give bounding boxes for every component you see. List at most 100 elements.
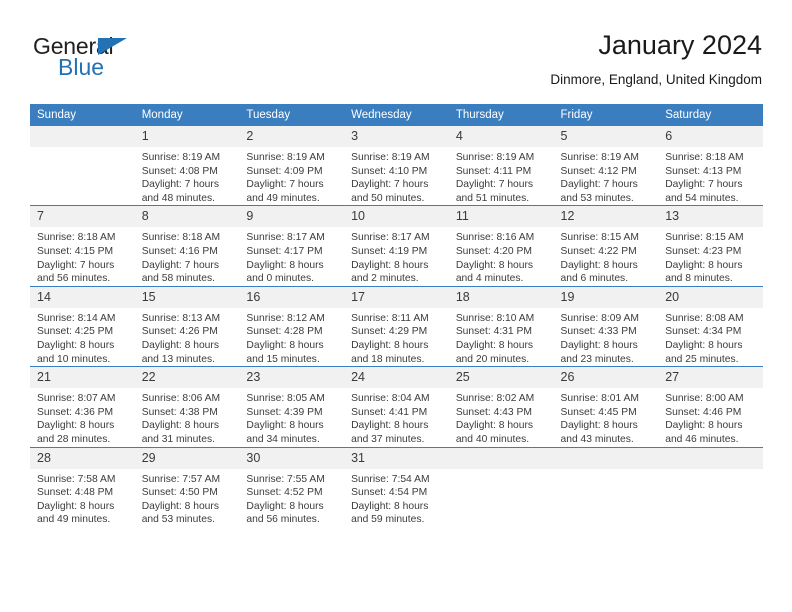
page-title: January 2024 xyxy=(598,30,762,60)
sunset-text: Sunset: 4:22 PM xyxy=(560,245,637,257)
sunrise-text: Sunrise: 8:01 AM xyxy=(560,393,639,405)
day-details: Sunrise: 8:10 AM Sunset: 4:31 PM Daylight:… xyxy=(449,308,554,366)
sunset-text: Sunset: 4:48 PM xyxy=(37,487,114,499)
calendar-day-cell[interactable]: 18 Sunrise: 8:10 AM Sunset: 4:31 PM Dayligh… xyxy=(448,285,554,367)
daylight-text-line1: Daylight: 8 hours xyxy=(665,339,743,351)
sunset-text: Sunset: 4:13 PM xyxy=(665,165,742,177)
calendar-day-cell[interactable]: 15 Sunrise: 8:13 AM Sunset: 4:26 PM Dayligh… xyxy=(134,285,240,367)
day-number: 17 xyxy=(344,286,449,308)
day-details: Sunrise: 7:55 AM Sunset: 4:52 PM Daylight:… xyxy=(239,469,344,527)
triangle-icon xyxy=(98,38,127,55)
calendar-day-cell[interactable]: 2 Sunrise: 8:19 AM Sunset: 4:09 PM Daylight… xyxy=(239,126,345,206)
day-number: 1 xyxy=(134,126,240,147)
calendar-day-cell[interactable]: 13 Sunrise: 8:15 AM Sunset: 4:23 PM Dayligh… xyxy=(658,205,763,287)
calendar-day-cell[interactable]: 19 Sunrise: 8:09 AM Sunset: 4:33 PM Dayligh… xyxy=(553,285,659,367)
calendar-day-cell-empty xyxy=(553,446,659,527)
daylight-text-line1: Daylight: 8 hours xyxy=(246,339,324,351)
calendar-day-cell[interactable]: 22 Sunrise: 8:06 AM Sunset: 4:38 PM Dayligh… xyxy=(134,366,240,447)
calendar-day-cell[interactable]: 5 Sunrise: 8:19 AM Sunset: 4:12 PM Daylight… xyxy=(553,126,659,206)
calendar-week-row: 21 Sunrise: 8:07 AM Sunset: 4:36 PM Dayligh… xyxy=(30,366,763,447)
daylight-text-line1: Daylight: 8 hours xyxy=(246,259,324,271)
sunrise-text: Sunrise: 7:55 AM xyxy=(246,473,325,485)
calendar-day-cell[interactable]: 12 Sunrise: 8:15 AM Sunset: 4:22 PM Dayligh… xyxy=(553,205,659,287)
page-subtitle: Dinmore, England, United Kingdom xyxy=(550,72,762,87)
daylight-text-line2: and 18 minutes. xyxy=(351,353,425,365)
calendar-header-row: Sunday Monday Tuesday Wednesday Thursday Frid… xyxy=(30,104,763,126)
calendar-day-cell[interactable]: 20 Sunrise: 8:08 AM Sunset: 4:34 PM Dayligh… xyxy=(658,285,763,367)
daylight-text-line1: Daylight: 7 hours xyxy=(455,179,534,191)
calendar-day-cell[interactable]: 26 Sunrise: 8:01 AM Sunset: 4:45 PM Dayligh… xyxy=(553,366,659,447)
calendar-day-cell[interactable]: 29 Sunrise: 7:57 AM Sunset: 4:50 PM Dayligh… xyxy=(134,446,240,527)
sunrise-text: Sunrise: 8:19 AM xyxy=(351,152,430,163)
day-details: Sunrise: 8:14 AM Sunset: 4:25 PM Daylight:… xyxy=(30,308,135,366)
daylight-text-line2: and 54 minutes. xyxy=(665,192,739,204)
calendar-day-cell[interactable]: 7 Sunrise: 8:18 AM Sunset: 4:15 PM Daylight… xyxy=(30,205,135,287)
calendar-day-cell[interactable]: 1 Sunrise: 8:19 AM Sunset: 4:08 PM Daylight… xyxy=(134,126,240,206)
daylight-text-line2: and 53 minutes. xyxy=(141,514,215,526)
daylight-text-line1: Daylight: 7 hours xyxy=(351,179,429,191)
day-details: Sunrise: 8:04 AM Sunset: 4:41 PM Daylight:… xyxy=(344,388,449,446)
calendar-day-cell[interactable]: 9 Sunrise: 8:17 AM Sunset: 4:17 PM Daylight… xyxy=(239,205,345,287)
calendar-day-cell[interactable]: 3 Sunrise: 8:19 AM Sunset: 4:10 PM Daylight… xyxy=(344,126,449,206)
daylight-text-line1: Daylight: 8 hours xyxy=(560,420,638,432)
daylight-text-line2: and 20 minutes. xyxy=(455,353,530,365)
calendar-day-cell[interactable]: 17 Sunrise: 8:11 AM Sunset: 4:29 PM Dayligh… xyxy=(344,285,449,367)
calendar-day-cell-empty xyxy=(30,126,135,206)
calendar-day-cell[interactable]: 25 Sunrise: 8:02 AM Sunset: 4:43 PM Dayligh… xyxy=(448,366,554,447)
calendar-week-row: 28 Sunrise: 7:58 AM Sunset: 4:48 PM Dayligh… xyxy=(30,446,763,527)
calendar-day-cell[interactable]: 4 Sunrise: 8:19 AM Sunset: 4:11 PM Daylight… xyxy=(448,126,554,206)
calendar-day-cell[interactable]: 11 Sunrise: 8:16 AM Sunset: 4:20 PM Dayligh… xyxy=(448,205,554,287)
calendar-day-cell[interactable]: 27 Sunrise: 8:00 AM Sunset: 4:46 PM Dayligh… xyxy=(658,366,763,447)
calendar-day-cell[interactable]: 24 Sunrise: 8:04 AM Sunset: 4:41 PM Dayligh… xyxy=(344,366,449,447)
daylight-text-line2: and 10 minutes. xyxy=(37,353,111,365)
sunrise-text: Sunrise: 8:10 AM xyxy=(455,312,535,324)
calendar-day-cell[interactable]: 8 Sunrise: 8:18 AM Sunset: 4:16 PM Daylight… xyxy=(134,205,240,287)
calendar-day-cell[interactable]: 23 Sunrise: 8:05 AM Sunset: 4:39 PM Dayligh… xyxy=(239,366,345,447)
calendar-table-wrapper: Sunday Monday Tuesday Wednesday Thursday Frid… xyxy=(30,104,763,527)
daylight-text-line2: and 58 minutes. xyxy=(141,273,215,285)
calendar-table: Sunday Monday Tuesday Wednesday Thursday Frid… xyxy=(30,104,763,527)
sunset-text: Sunset: 4:20 PM xyxy=(455,245,532,257)
calendar-day-cell[interactable]: 16 Sunrise: 8:12 AM Sunset: 4:28 PM Dayligh… xyxy=(239,285,345,367)
sunrise-text: Sunrise: 8:12 AM xyxy=(246,312,325,324)
sunset-text: Sunset: 4:11 PM xyxy=(455,165,532,177)
calendar-week-row: 14 Sunrise: 8:14 AM Sunset: 4:25 PM Dayligh… xyxy=(30,285,763,367)
day-details: Sunrise: 8:07 AM Sunset: 4:36 PM Daylight:… xyxy=(30,388,135,446)
sunset-text: Sunset: 4:43 PM xyxy=(455,406,532,418)
daylight-text-line2: and 46 minutes. xyxy=(665,433,739,445)
sunset-text: Sunset: 4:36 PM xyxy=(37,406,114,418)
sunset-text: Sunset: 4:12 PM xyxy=(560,165,637,177)
sunrise-text: Sunrise: 8:15 AM xyxy=(560,232,639,244)
calendar-day-cell[interactable]: 21 Sunrise: 8:07 AM Sunset: 4:36 PM Dayligh… xyxy=(30,366,135,447)
sunrise-text: Sunrise: 8:17 AM xyxy=(351,232,430,244)
day-number xyxy=(658,447,763,469)
sunrise-text: Sunrise: 8:18 AM xyxy=(37,232,116,244)
sunset-text: Sunset: 4:08 PM xyxy=(141,165,218,177)
sunrise-text: Sunrise: 8:19 AM xyxy=(560,152,639,163)
calendar-day-cell[interactable]: 10 Sunrise: 8:17 AM Sunset: 4:19 PM Dayligh… xyxy=(344,205,449,287)
daylight-text-line2: and 51 minutes. xyxy=(455,192,530,204)
calendar-day-cell[interactable]: 30 Sunrise: 7:55 AM Sunset: 4:52 PM Dayligh… xyxy=(239,446,345,527)
daylight-text-line2: and 15 minutes. xyxy=(246,353,320,365)
daylight-text-line1: Daylight: 8 hours xyxy=(37,339,115,351)
daylight-text-line2: and 59 minutes. xyxy=(351,514,425,526)
calendar-day-cell[interactable]: 28 Sunrise: 7:58 AM Sunset: 4:48 PM Dayligh… xyxy=(30,446,135,527)
daylight-text-line1: Daylight: 8 hours xyxy=(246,420,324,432)
brand-logo[interactable]: General Blue xyxy=(30,34,230,90)
daylight-text-line2: and 56 minutes. xyxy=(37,273,111,285)
calendar-day-cell[interactable]: 14 Sunrise: 8:14 AM Sunset: 4:25 PM Dayligh… xyxy=(30,285,135,367)
daylight-text-line1: Daylight: 8 hours xyxy=(560,339,638,351)
day-number: 13 xyxy=(658,206,763,228)
sunset-text: Sunset: 4:23 PM xyxy=(665,245,742,257)
calendar-day-cell[interactable]: 6 Sunrise: 8:18 AM Sunset: 4:13 PM Daylight… xyxy=(658,126,763,206)
daylight-text-line1: Daylight: 7 hours xyxy=(246,179,324,191)
day-details: Sunrise: 8:17 AM Sunset: 4:19 PM Daylight:… xyxy=(344,227,449,285)
calendar-day-cell[interactable]: 31 Sunrise: 7:54 AM Sunset: 4:54 PM Dayligh… xyxy=(344,446,449,527)
sunset-text: Sunset: 4:38 PM xyxy=(141,406,218,418)
daylight-text-line2: and 34 minutes. xyxy=(246,433,320,445)
day-details: Sunrise: 8:19 AM Sunset: 4:09 PM Daylight:… xyxy=(239,147,344,205)
sunrise-text: Sunrise: 8:15 AM xyxy=(665,232,744,244)
day-number: 30 xyxy=(239,447,345,469)
sunset-text: Sunset: 4:52 PM xyxy=(246,487,323,499)
daylight-text-line1: Daylight: 8 hours xyxy=(37,500,115,512)
